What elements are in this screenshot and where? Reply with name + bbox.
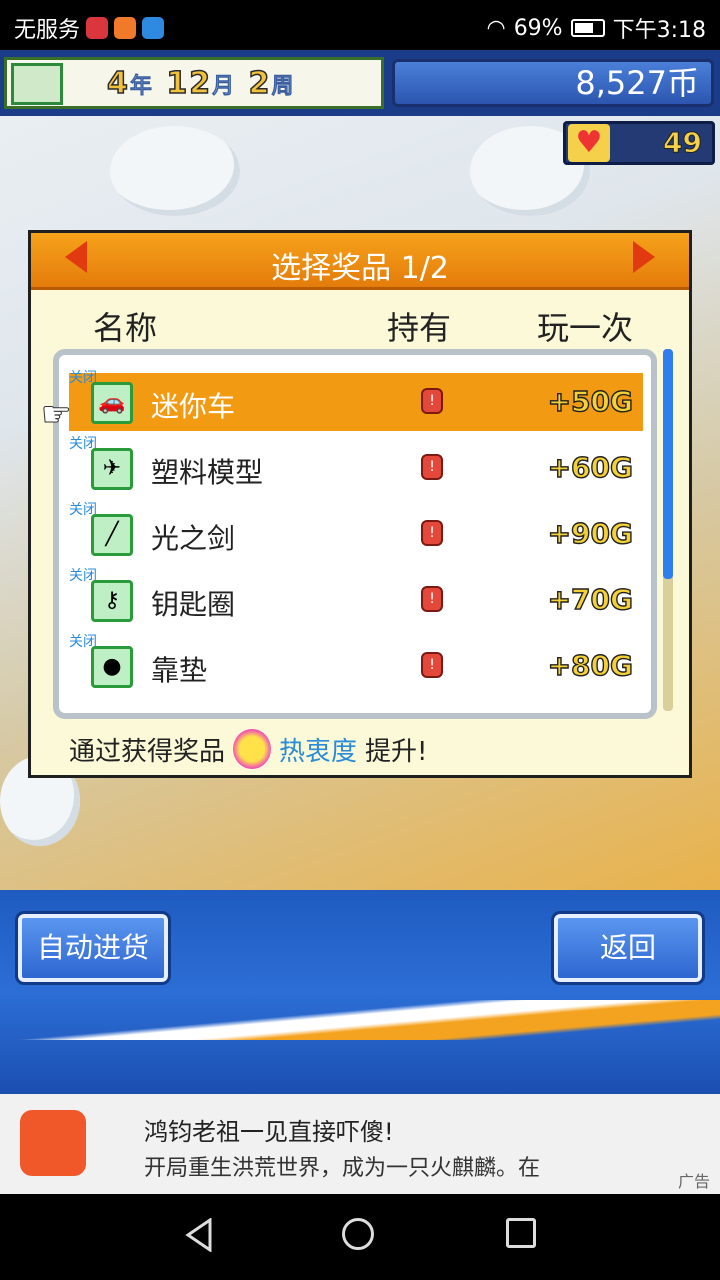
dialog-title: 选择奖品 1/2 [271,251,449,286]
system-nav-bar [0,1194,720,1280]
prize-row[interactable]: 关闭 ╱ 光之剑 ! +90G [69,502,643,563]
nav-recent-apps-icon[interactable] [506,1218,536,1248]
calendar-snow-icon [11,63,63,105]
status-bar: 无服务 ◠ 69% 下午3:18 [0,0,720,50]
heart-icon: ♥ [568,124,610,162]
prize-row[interactable]: 关闭 ⚷ 钥匙圈 ! +70G [69,568,643,629]
ad-description[interactable]: 开局重生洪荒世界，成为一只火麒麟。在 [144,1150,540,1182]
prize-row[interactable]: 关闭 ✈ 塑料模型 ! +60G [69,436,643,497]
date-display: 4年 12月 2周 [106,65,296,102]
notification-icon [86,17,109,39]
money-display: 8,527币 [392,59,714,107]
dialog-footer: 通过获得奖品 热衷度 提升! [69,729,427,769]
ad-app-icon[interactable] [20,1110,86,1176]
ad-banner[interactable]: 鸿钧老祖一见直接吓傻! 开局重生洪荒世界，成为一只火麒麟。在 广告 [0,1094,720,1194]
battery-icon [570,19,605,37]
prize-name: 塑料模型 [151,456,264,489]
prize-price: +70G [547,582,634,616]
wifi-icon: ◠ [486,15,506,41]
video-icon [114,17,137,39]
enthusiasm-fire-icon [233,729,272,769]
week-value: 2 [248,65,272,102]
prize-name: 靠垫 [151,654,208,687]
next-page-arrow-icon[interactable] [633,241,655,273]
date-panel: 4年 12月 2周 [4,57,384,109]
footer-highlight: 热衷度 [279,736,358,767]
prize-name: 光之剑 [151,522,236,555]
nav-home-icon[interactable] [342,1218,374,1250]
carrier-label: 无服务 [14,18,81,43]
ad-tag: 广告 [677,1172,710,1191]
browser-icon [142,17,165,39]
column-owned: 持有 [387,309,452,347]
scrollbar-thumb[interactable] [663,349,673,579]
battery-percent: 69% [513,15,563,41]
popularity-panel: ♥ 49 [563,121,715,165]
decorative-swoosh [0,1000,720,1040]
prize-price: +90G [547,516,634,550]
prize-select-dialog: 选择奖品 1/2 名称 持有 玩一次 关闭 🚗 迷你车 ! +50G 关闭 ✈ … [28,230,692,778]
light-sword-icon: ╱ [91,514,133,556]
prize-price: +50G [547,384,634,418]
cushion-icon: ● [91,646,133,688]
pointer-hand-icon: ☛ [40,395,72,436]
prize-price: +60G [547,450,634,484]
clock: 下午3:18 [612,18,706,43]
month-unit: 月 [212,74,237,100]
back-button[interactable]: 返回 [551,911,705,985]
owned-indicator: ! [421,652,443,678]
dialog-header: 选择奖品 1/2 [31,233,689,290]
footer-prefix: 通过获得奖品 [69,736,226,767]
owned-indicator: ! [421,586,443,612]
owned-indicator: ! [421,520,443,546]
year-unit: 年 [129,74,154,100]
month-value: 12 [166,65,213,102]
prize-price: +80G [547,648,634,682]
column-play: 玩一次 [537,309,634,347]
prize-list: 关闭 🚗 迷你车 ! +50G 关闭 ✈ 塑料模型 ! +60G 关闭 ╱ 光之… [53,349,657,719]
week-unit: 周 [271,74,296,100]
auto-stock-button[interactable]: 自动进货 [15,911,171,985]
year-value: 4 [106,65,130,102]
ad-title[interactable]: 鸿钧老祖一见直接吓傻! [144,1112,394,1147]
list-scrollbar[interactable] [663,349,673,711]
car-icon: 🚗 [91,382,133,424]
footer-suffix: 提升! [365,736,428,767]
plane-model-icon: ✈ [91,448,133,490]
prize-row[interactable]: 关闭 ● 靠垫 ! +80G [69,634,643,695]
popularity-value: 49 [663,126,703,160]
snow-tree [110,126,240,216]
owned-indicator: ! [421,388,443,414]
keyring-icon: ⚷ [91,580,133,622]
owned-indicator: ! [421,454,443,480]
prize-row[interactable]: 关闭 🚗 迷你车 ! +50G [69,370,643,431]
column-name: 名称 [93,309,158,347]
prize-name: 钥匙圈 [151,588,236,621]
bottom-panel: 自动进货 返回 [0,890,720,1094]
prize-name: 迷你车 [151,390,236,423]
nav-back-icon[interactable] [184,1218,214,1252]
